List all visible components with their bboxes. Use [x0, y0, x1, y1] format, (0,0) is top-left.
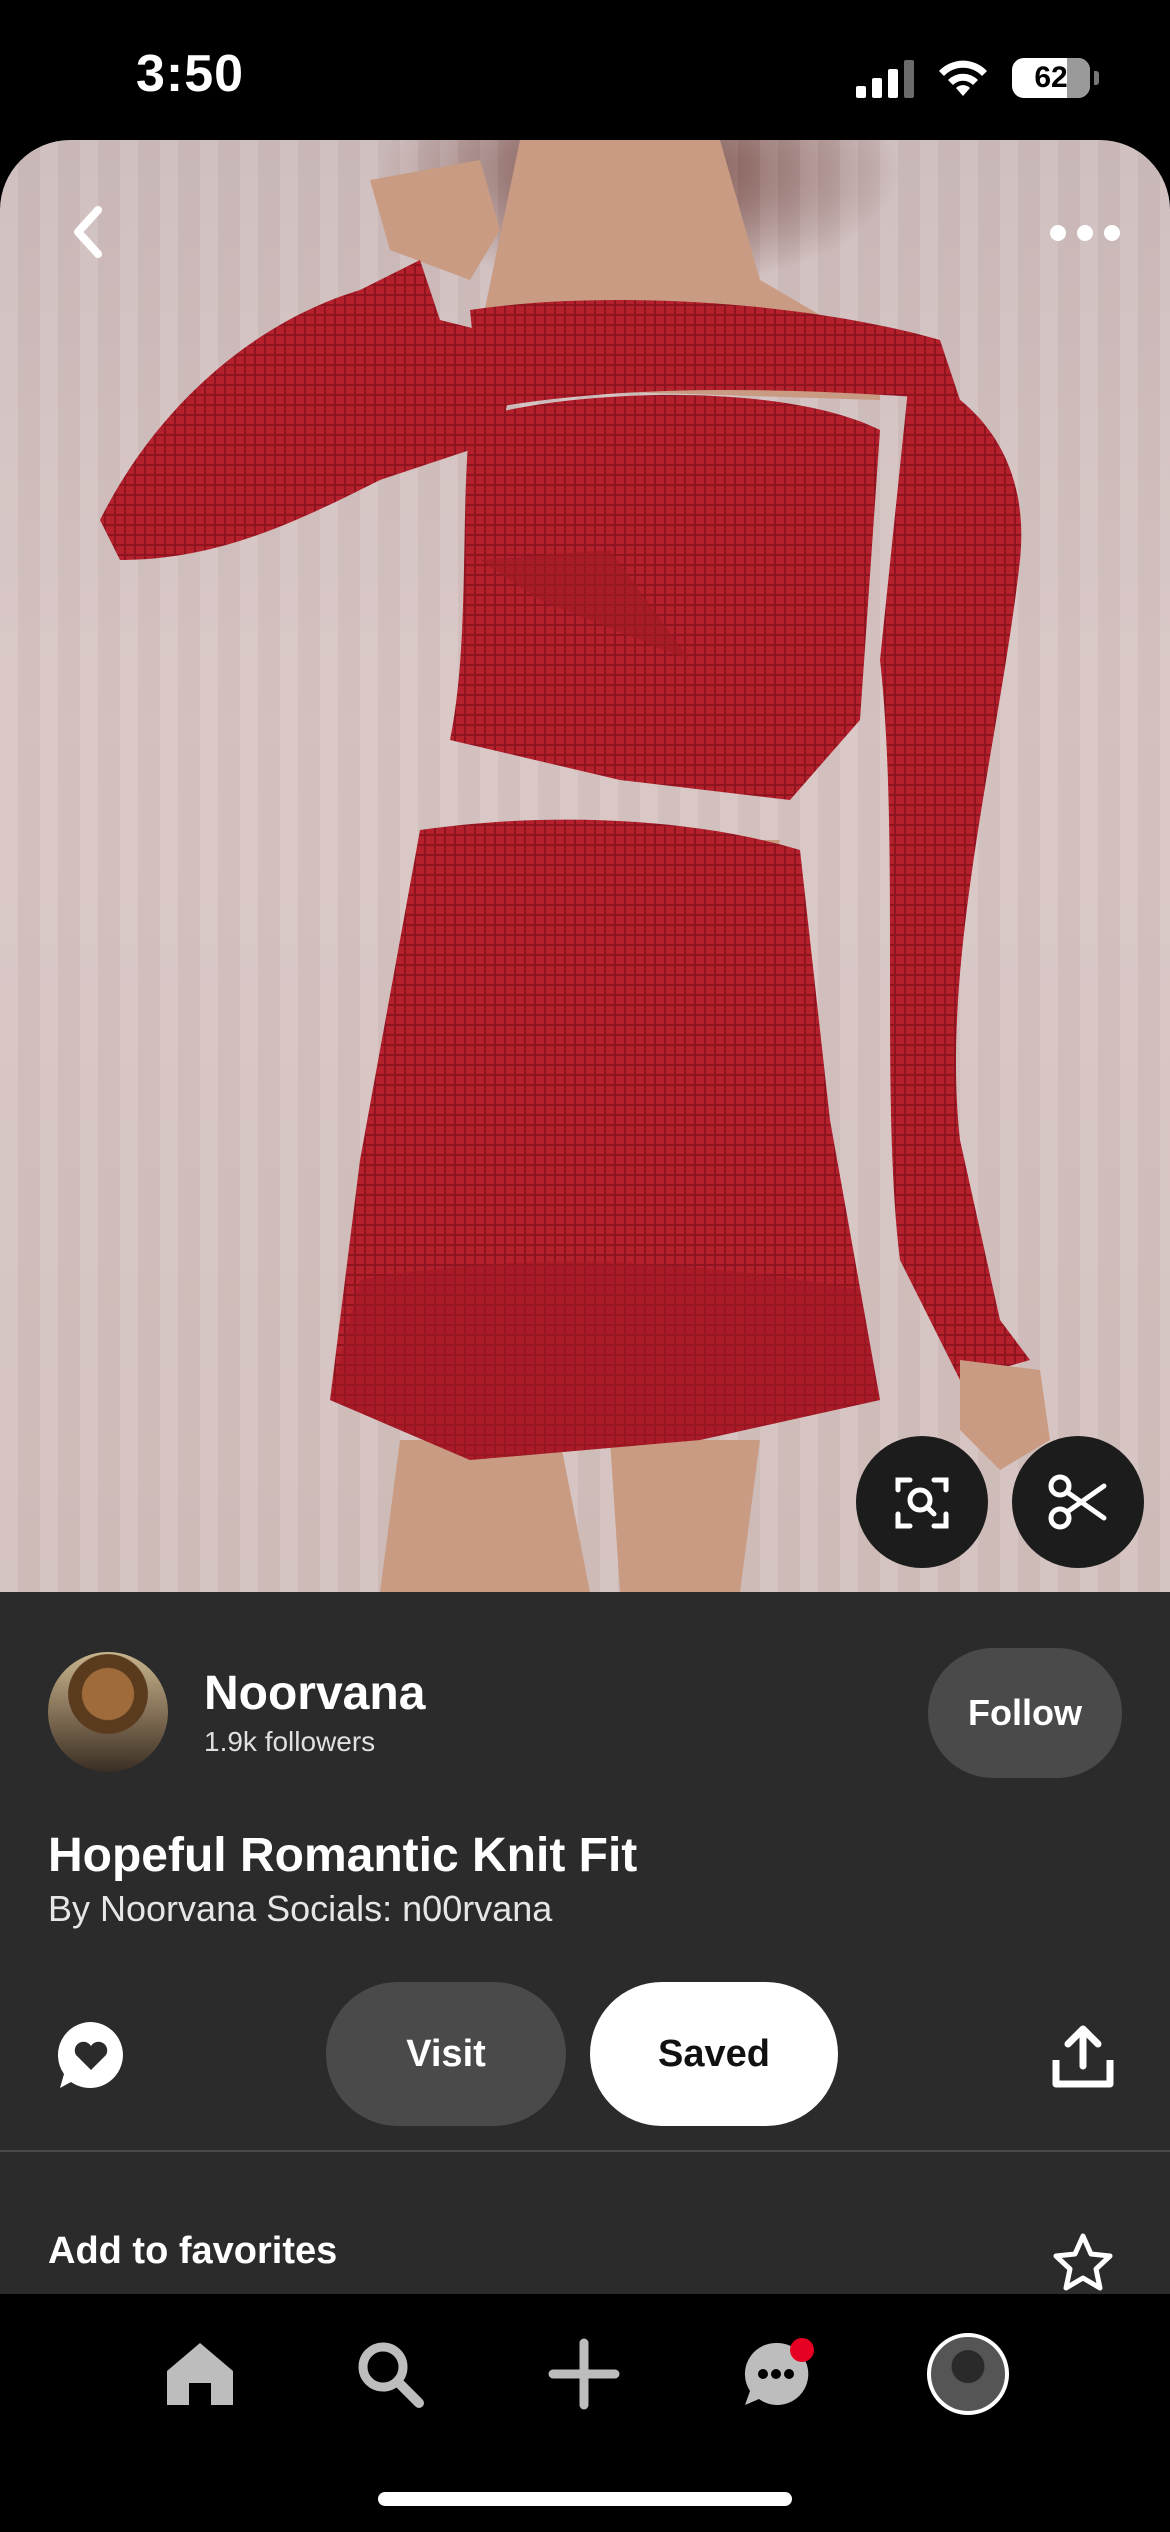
creator-avatar[interactable] — [48, 1652, 168, 1772]
wifi-icon — [939, 60, 987, 96]
more-dot — [1104, 225, 1120, 241]
creator-name[interactable]: Noorvana — [204, 1666, 425, 1721]
battery-level: 62 — [1034, 61, 1068, 94]
search-icon — [358, 2342, 424, 2408]
saved-button[interactable]: Saved — [590, 1982, 838, 2126]
chevron-left-icon — [74, 206, 102, 258]
pin-title: Hopeful Romantic Knit Fit — [48, 1829, 638, 1882]
follow-button[interactable]: Follow — [928, 1648, 1122, 1778]
nav-search[interactable] — [340, 2324, 440, 2424]
add-to-favorites-label[interactable]: Add to favorites — [48, 2230, 337, 2273]
status-bar: 3:50 62 — [0, 0, 1170, 140]
nav-home[interactable] — [150, 2324, 250, 2424]
pin-description: By Noorvana Socials: n00rvana — [48, 1888, 553, 1929]
scissors-icon — [1048, 1474, 1107, 1530]
more-options-button[interactable] — [1050, 218, 1120, 248]
share-icon — [1052, 2025, 1114, 2088]
status-time: 3:50 — [136, 45, 245, 103]
nav-messages[interactable] — [726, 2324, 826, 2424]
back-button[interactable] — [56, 200, 120, 264]
visit-button[interactable]: Visit — [326, 1982, 566, 2126]
home-indicator[interactable] — [378, 2492, 792, 2506]
follower-count: 1.9k followers — [204, 1726, 376, 1757]
pin-details-panel: Noorvana 1.9k followers Follow Hopeful R… — [0, 1592, 1170, 2294]
signal-icon — [856, 60, 914, 98]
more-dot — [1077, 225, 1093, 241]
favorite-star-button[interactable] — [1052, 2232, 1114, 2294]
create-icon — [548, 2338, 620, 2410]
more-dot — [1050, 225, 1066, 241]
nav-profile[interactable] — [918, 2324, 1018, 2424]
visual-search-button[interactable] — [856, 1436, 988, 1568]
comment-heart-icon — [57, 2022, 123, 2088]
comment-button[interactable] — [54, 2018, 128, 2092]
star-icon — [1053, 2233, 1113, 2291]
status-icons: 62 — [854, 50, 1099, 106]
home-icon — [167, 2343, 233, 2405]
notification-dot — [790, 2338, 814, 2362]
pin-image[interactable] — [0, 140, 1170, 1592]
bottom-navigation — [0, 2294, 1170, 2532]
nav-create[interactable] — [534, 2324, 634, 2424]
cutout-button[interactable] — [1012, 1436, 1144, 1568]
section-divider — [0, 2150, 1170, 2152]
profile-avatar — [927, 2333, 1009, 2415]
share-button[interactable] — [1048, 2022, 1118, 2092]
visual-search-icon — [895, 1477, 949, 1529]
battery-icon: 62 — [1012, 58, 1099, 98]
outfit-photo — [100, 140, 1050, 1592]
